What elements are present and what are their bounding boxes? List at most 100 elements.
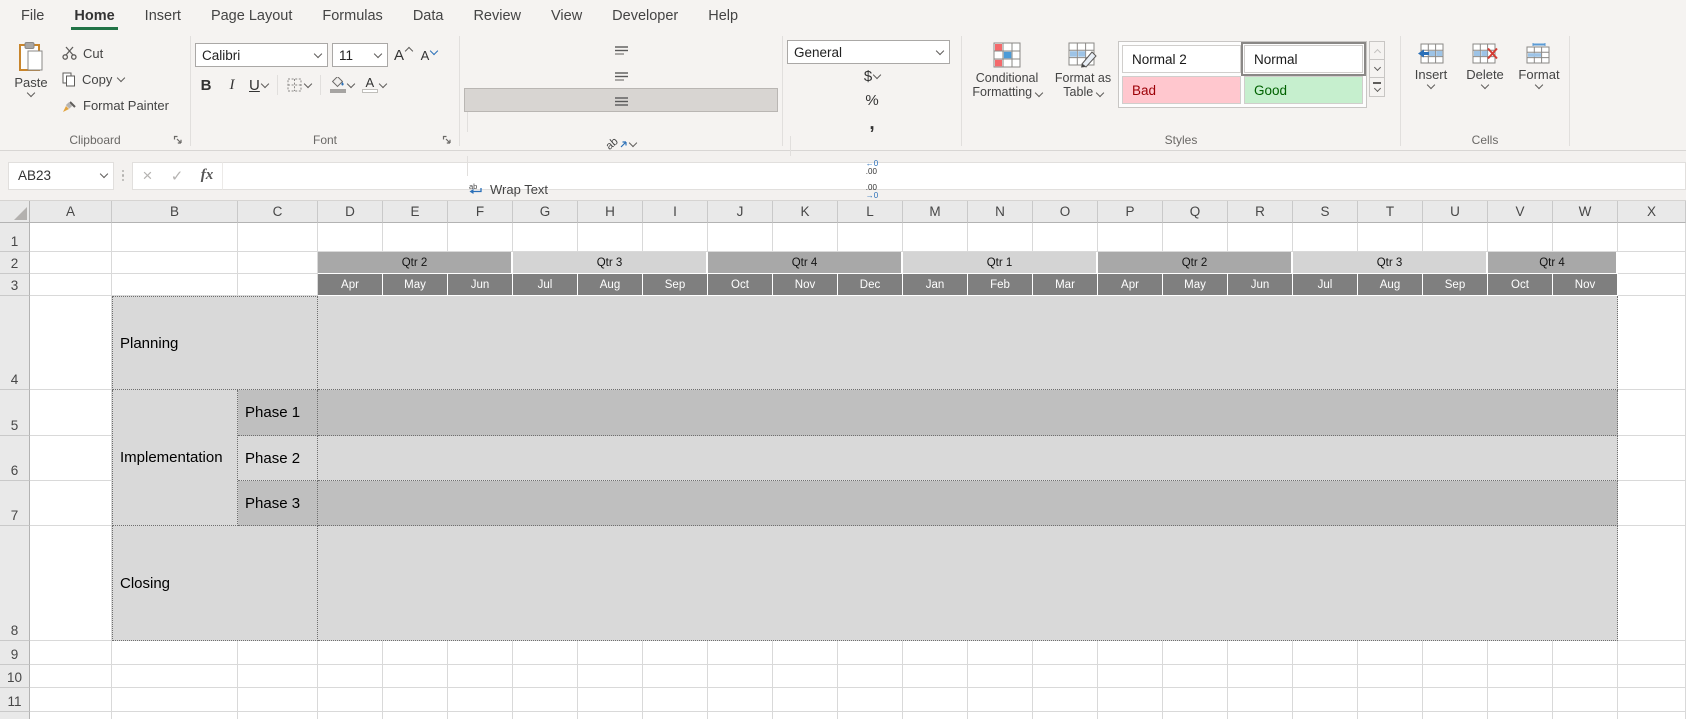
cell-S9[interactable]: [1293, 641, 1358, 665]
cell-A1[interactable]: [30, 223, 112, 252]
cell-C3[interactable]: [238, 274, 318, 296]
cell-B2[interactable]: [112, 252, 238, 274]
cell-T11[interactable]: [1358, 688, 1423, 712]
align-top-button[interactable]: [464, 40, 778, 64]
cell-H[interactable]: [578, 712, 643, 719]
cell-P10[interactable]: [1098, 665, 1163, 688]
column-header-O[interactable]: O: [1033, 201, 1098, 223]
column-header-R[interactable]: R: [1228, 201, 1293, 223]
cell-X10[interactable]: [1618, 665, 1686, 688]
format-as-table-button[interactable]: Format as Table: [1048, 36, 1118, 99]
column-header-T[interactable]: T: [1358, 201, 1423, 223]
column-header-D[interactable]: D: [318, 201, 383, 223]
cell-A11[interactable]: [30, 688, 112, 712]
cell-O10[interactable]: [1033, 665, 1098, 688]
month-header-nov-8[interactable]: Nov: [773, 274, 838, 296]
cell-K[interactable]: [773, 712, 838, 719]
cell-G9[interactable]: [513, 641, 578, 665]
tab-developer[interactable]: Developer: [597, 0, 693, 32]
cell-O1[interactable]: [1033, 223, 1098, 252]
cell-U10[interactable]: [1423, 665, 1488, 688]
cell-F1[interactable]: [448, 223, 513, 252]
column-header-M[interactable]: M: [903, 201, 968, 223]
copy-button[interactable]: Copy: [58, 66, 173, 92]
gantt-row-phase-3[interactable]: [318, 481, 1618, 526]
cell-planning[interactable]: Planning: [112, 296, 318, 390]
row-header-8[interactable]: 8: [0, 526, 30, 641]
cell-X9[interactable]: [1618, 641, 1686, 665]
column-header-E[interactable]: E: [383, 201, 448, 223]
cell-E10[interactable]: [383, 665, 448, 688]
column-header-L[interactable]: L: [838, 201, 903, 223]
cell-O9[interactable]: [1033, 641, 1098, 665]
cell-X1[interactable]: [1618, 223, 1686, 252]
cell-U[interactable]: [1423, 712, 1488, 719]
style-tile-bad[interactable]: Bad: [1122, 76, 1241, 104]
cell-E11[interactable]: [383, 688, 448, 712]
cell-J10[interactable]: [708, 665, 773, 688]
style-tile-good[interactable]: Good: [1244, 76, 1363, 104]
cell-H11[interactable]: [578, 688, 643, 712]
cell-M1[interactable]: [903, 223, 968, 252]
row-header-2[interactable]: 2: [0, 252, 30, 274]
column-header-A[interactable]: A: [30, 201, 112, 223]
cell-A[interactable]: [30, 712, 112, 719]
cell-X6[interactable]: [1618, 436, 1686, 481]
cell-A9[interactable]: [30, 641, 112, 665]
cell-J9[interactable]: [708, 641, 773, 665]
styles-gallery-more-button[interactable]: [1370, 78, 1384, 96]
cell-P1[interactable]: [1098, 223, 1163, 252]
month-header-apr-13[interactable]: Apr: [1098, 274, 1163, 296]
styles-scroll-up-button[interactable]: [1370, 42, 1384, 60]
cell-R9[interactable]: [1228, 641, 1293, 665]
cell-P9[interactable]: [1098, 641, 1163, 665]
cell-X4[interactable]: [1618, 296, 1686, 390]
cell-R10[interactable]: [1228, 665, 1293, 688]
cell-N9[interactable]: [968, 641, 1033, 665]
cell-I11[interactable]: [643, 688, 708, 712]
cell-N10[interactable]: [968, 665, 1033, 688]
cell-G[interactable]: [513, 712, 578, 719]
cell-D11[interactable]: [318, 688, 383, 712]
column-header-X[interactable]: X: [1618, 201, 1686, 223]
number-format-select[interactable]: General: [787, 40, 950, 64]
tab-insert[interactable]: Insert: [130, 0, 196, 32]
cell-phase-1[interactable]: Phase 1: [238, 390, 318, 436]
font-name-select[interactable]: Calibri: [195, 43, 328, 67]
column-header-H[interactable]: H: [578, 201, 643, 223]
cell-S11[interactable]: [1293, 688, 1358, 712]
cell-V10[interactable]: [1488, 665, 1553, 688]
cell-W1[interactable]: [1553, 223, 1618, 252]
cell-phase-3[interactable]: Phase 3: [238, 481, 318, 526]
cell-A5[interactable]: [30, 390, 112, 436]
month-header-may-2[interactable]: May: [383, 274, 448, 296]
font-dialog-launcher[interactable]: [441, 134, 453, 146]
cell-A6[interactable]: [30, 436, 112, 481]
cell-I[interactable]: [643, 712, 708, 719]
cell-C[interactable]: [238, 712, 318, 719]
cell-phase-2[interactable]: Phase 2: [238, 436, 318, 481]
month-header-aug-17[interactable]: Aug: [1358, 274, 1423, 296]
row-header-7[interactable]: 7: [0, 481, 30, 526]
month-header-oct-7[interactable]: Oct: [708, 274, 773, 296]
bold-button[interactable]: B: [195, 73, 217, 97]
cell-B1[interactable]: [112, 223, 238, 252]
cell-K9[interactable]: [773, 641, 838, 665]
column-header-W[interactable]: W: [1553, 201, 1618, 223]
month-header-may-14[interactable]: May: [1163, 274, 1228, 296]
column-header-N[interactable]: N: [968, 201, 1033, 223]
month-header-jun-3[interactable]: Jun: [448, 274, 513, 296]
cell-A10[interactable]: [30, 665, 112, 688]
cell-L10[interactable]: [838, 665, 903, 688]
gantt-row-closing[interactable]: [318, 526, 1618, 641]
gantt-row-phase-1[interactable]: [318, 390, 1618, 436]
cell-D9[interactable]: [318, 641, 383, 665]
cell-U9[interactable]: [1423, 641, 1488, 665]
column-header-C[interactable]: C: [238, 201, 318, 223]
cell-W[interactable]: [1553, 712, 1618, 719]
style-tile-normal-2[interactable]: Normal 2: [1122, 45, 1241, 73]
underline-button[interactable]: U: [247, 73, 270, 97]
quarter-header-qtr-3[interactable]: Qtr 3: [513, 252, 708, 274]
italic-button[interactable]: I: [221, 73, 243, 97]
wrap-text-button[interactable]: ab Wrap Text: [464, 176, 778, 202]
